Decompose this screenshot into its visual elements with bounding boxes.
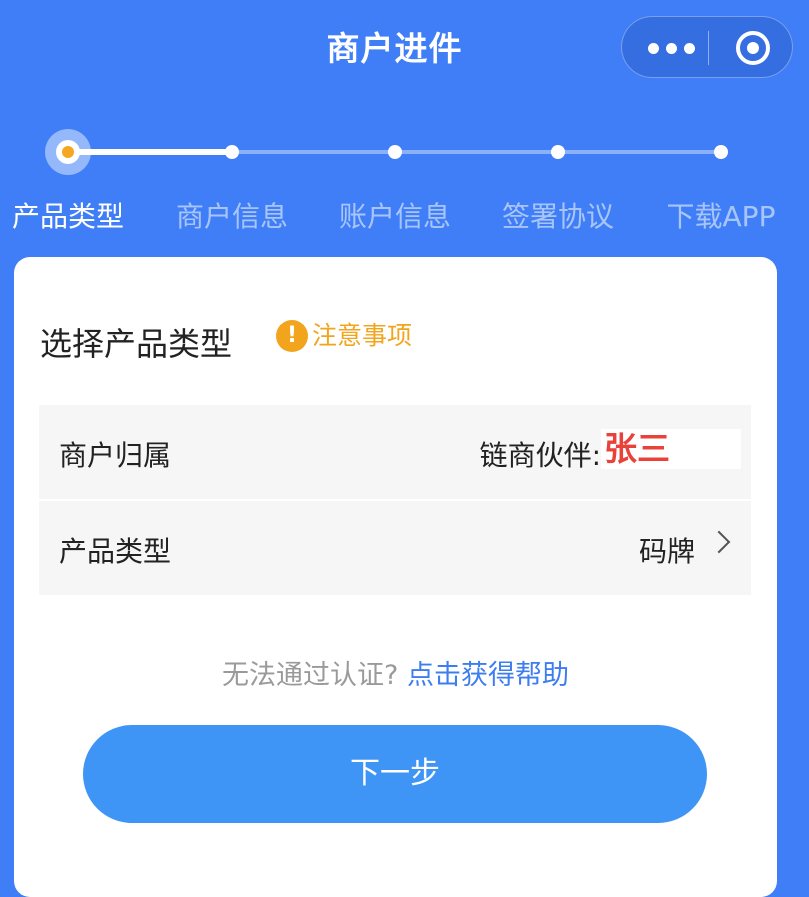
step-dot-1 [45, 129, 91, 175]
merchant-owner-row: 商户归属 链商伙伴: 张三 [39, 405, 751, 499]
merchant-owner-value: 链商伙伴: [479, 439, 601, 472]
more-dots-icon[interactable] [648, 43, 708, 55]
notice-text: 注意事项 [312, 321, 413, 350]
next-step-button[interactable]: 下一步 [83, 725, 707, 823]
partner-name: 张三 [604, 429, 670, 468]
help-link[interactable]: 点击获得帮助 [407, 660, 569, 691]
step-progress [0, 125, 809, 185]
target-circle-icon[interactable] [736, 31, 770, 65]
mini-program-capsule [621, 16, 793, 78]
step-dot-3 [388, 145, 402, 159]
merchant-owner-label: 商户归属 [59, 439, 172, 472]
form-card: 选择产品类型 ! 注意事项 商户归属 链商伙伴: 张三 产品类型 码牌 无法通过… [14, 257, 777, 897]
product-type-value: 码牌 [638, 535, 695, 568]
step-label-sign-agreement: 签署协议 [501, 200, 614, 233]
exclamation-icon: ! [276, 320, 308, 352]
progress-fill [68, 149, 232, 155]
partner-name-box: 张三 [601, 429, 741, 469]
help-text: 无法通过认证? [222, 660, 399, 691]
product-type-label: 产品类型 [59, 535, 172, 568]
step-label-product-type: 产品类型 [11, 200, 124, 233]
step-label-merchant-info: 商户信息 [175, 200, 288, 233]
step-label-download-app: 下载APP [666, 200, 776, 233]
product-type-row[interactable]: 产品类型 码牌 [39, 501, 751, 595]
step-label-account-info: 账户信息 [338, 200, 451, 233]
help-line: 无法通过认证? 点击获得帮助 [14, 653, 777, 692]
step-dot-4 [551, 145, 565, 159]
chevron-right-icon [707, 530, 731, 554]
step-dot-5 [714, 145, 728, 159]
capsule-divider [708, 31, 709, 65]
step-dot-2 [225, 145, 239, 159]
card-title: 选择产品类型 [40, 325, 233, 363]
